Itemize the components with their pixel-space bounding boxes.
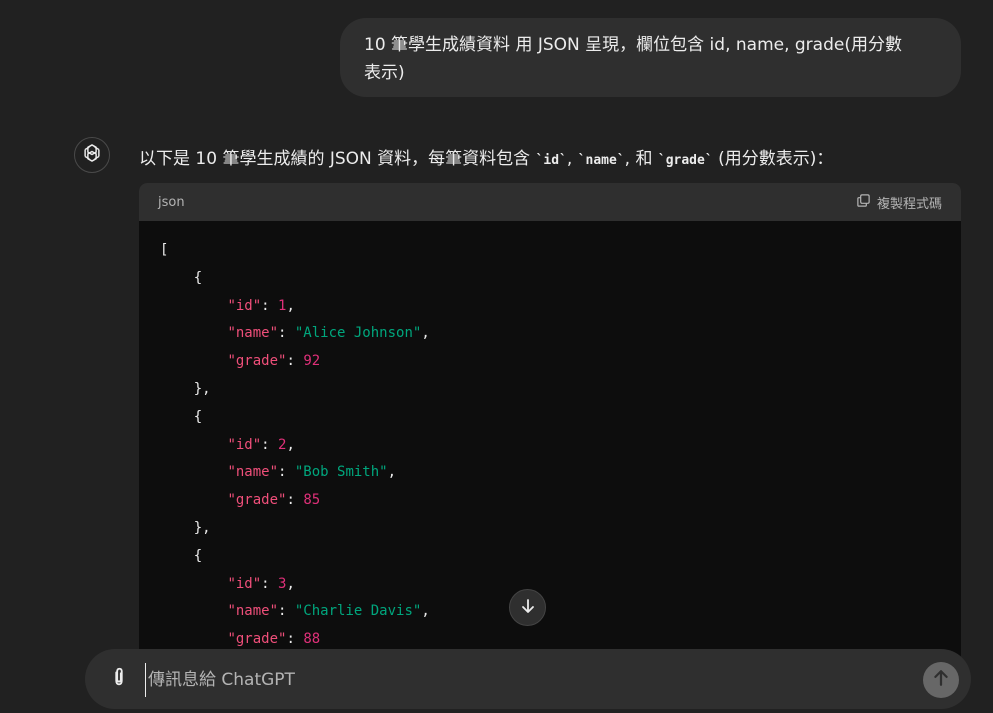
copy-code-label: 複製程式碼 [876,196,942,212]
code-language-label: json [158,194,185,210]
code-line: }, [160,519,211,536]
code-block: json 複製程式碼 [ { "id": 1, "name": "Alice J… [139,183,961,663]
json-number: 2 [278,436,287,453]
json-number: 85 [303,492,321,509]
inline-code-name: `name` [577,153,625,168]
json-key: "name" [227,325,279,342]
json-key: "name" [227,603,279,620]
intro-prefix: 以下是 10 筆學生成績的 JSON 資料，每筆資料包含 [139,149,536,169]
json-key: "id" [227,297,262,314]
arrow-up-icon [932,669,950,691]
json-number: 3 [278,575,287,592]
attach-file-button[interactable] [103,663,135,695]
code-line: "grade": 85 [227,492,321,509]
user-message-bubble: 10 筆學生成績資料 用 JSON 呈現，欄位包含 id, name, grad… [340,18,961,97]
json-number: 88 [303,631,321,648]
copy-icon [856,193,871,212]
json-number: 92 [303,353,321,370]
json-string: "Alice Johnson" [294,325,422,342]
json-key: "grade" [227,353,287,370]
json-key: "grade" [227,631,287,648]
assistant-intro-text: 以下是 10 筆學生成績的 JSON 資料，每筆資料包含 `id`, `name… [139,145,833,175]
json-key: "name" [227,464,279,481]
code-line: "name": "Charlie Davis", [227,603,430,620]
code-line: "name": "Alice Johnson", [227,325,430,342]
json-key: "id" [227,436,262,453]
json-string: "Charlie Davis" [294,603,422,620]
assistant-avatar [74,137,110,173]
send-button[interactable] [923,662,959,698]
openai-logo-icon [81,142,103,168]
json-string: "Bob Smith" [294,464,388,481]
code-line: "name": "Bob Smith", [227,464,397,481]
inline-code-id: `id` [535,153,567,168]
code-content: [ { "id": 1, "name": "Alice Johnson", "g… [139,221,961,654]
code-line: { [160,408,203,425]
code-line: "id": 1, [227,297,295,314]
code-line: "id": 3, [227,575,295,592]
scroll-to-bottom-button[interactable] [509,589,546,626]
copy-code-button[interactable]: 複製程式碼 [856,193,942,212]
intro-separator-2: , 和 [624,149,658,169]
code-block-header: json 複製程式碼 [139,183,961,221]
json-key: "id" [227,575,262,592]
code-line: "grade": 88 [227,631,321,648]
message-input[interactable] [145,663,910,697]
intro-separator-1: , [566,149,578,169]
code-line: }, [160,380,211,397]
arrow-down-icon [520,598,536,618]
user-message-line-2: 表示) [364,63,405,83]
user-message-line-1: 10 筆學生成績資料 用 JSON 呈現，欄位包含 id, name, grad… [364,35,902,55]
intro-suffix: (用分數表示)： [712,149,834,169]
inline-code-grade: `grade` [657,153,713,168]
code-line: [ [160,242,169,258]
paperclip-icon [108,666,130,692]
code-line: { [160,547,203,564]
json-number: 1 [278,297,287,314]
code-line: "grade": 92 [227,353,321,370]
chat-page: 10 筆學生成績資料 用 JSON 呈現，欄位包含 id, name, grad… [0,0,993,713]
code-line: "id": 2, [227,436,295,453]
code-line: { [160,269,203,286]
json-key: "grade" [227,492,287,509]
message-composer [85,649,971,709]
